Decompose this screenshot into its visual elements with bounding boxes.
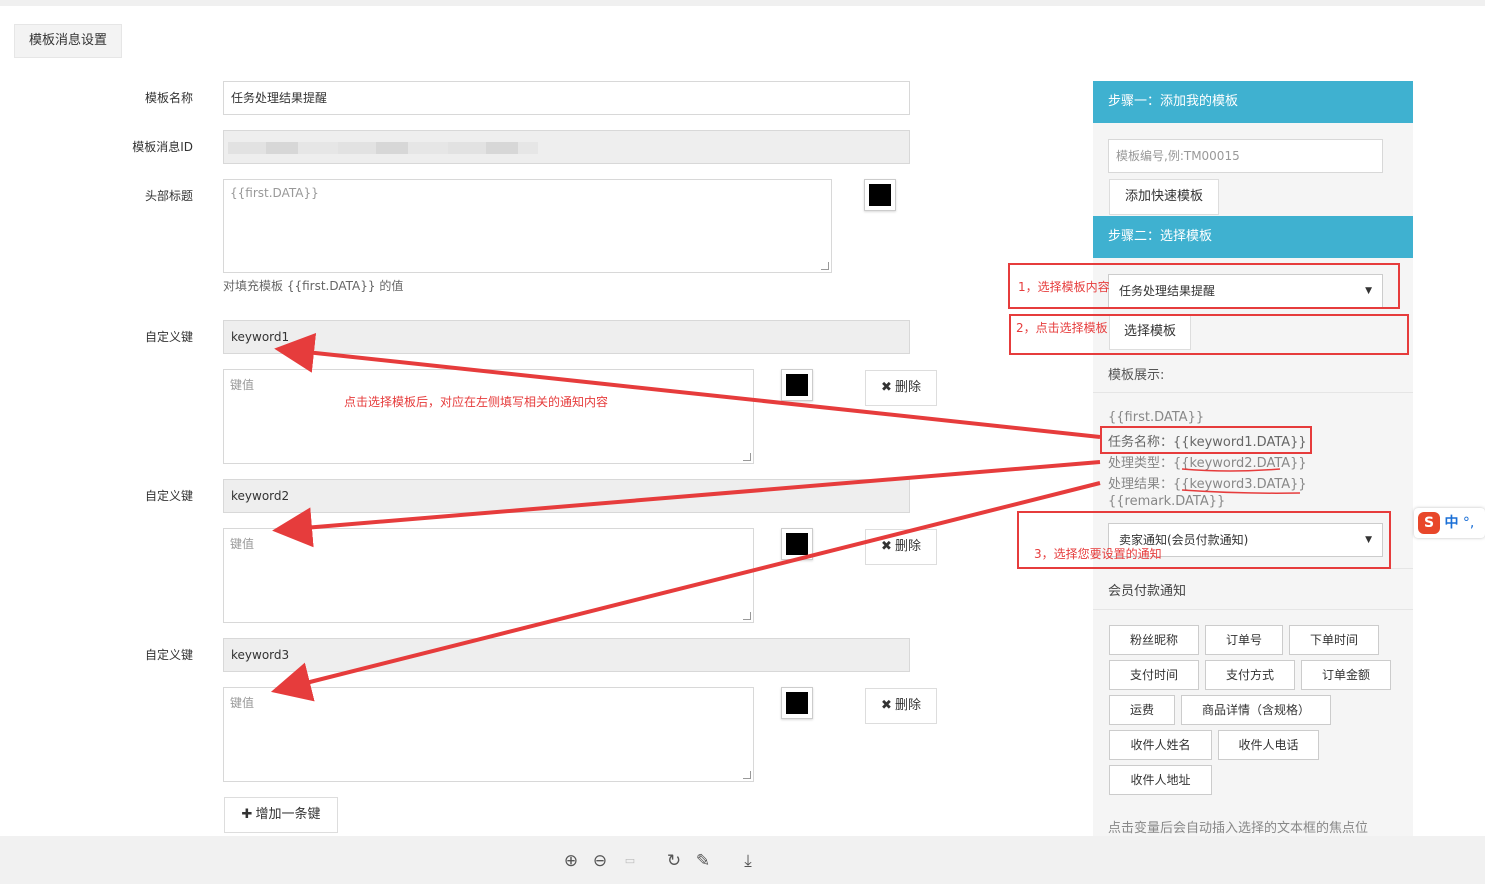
ime-mode: 中 [1444, 515, 1459, 531]
actual-size-icon[interactable]: ▭ [620, 851, 640, 871]
annotation-arrows [270, 332, 1301, 702]
edit-icon[interactable]: ✎ [693, 851, 713, 871]
rotate-icon[interactable]: ↻ [664, 851, 684, 871]
ime-punct: °, [1462, 515, 1475, 531]
ime-indicator[interactable]: S 中 °, [1414, 508, 1485, 538]
download-icon[interactable]: ⤓ [738, 851, 758, 871]
zoom-in-icon[interactable]: ⊕ [561, 851, 581, 871]
sogou-logo-icon: S [1418, 512, 1440, 534]
zoom-out-icon[interactable]: ⊖ [590, 851, 610, 871]
